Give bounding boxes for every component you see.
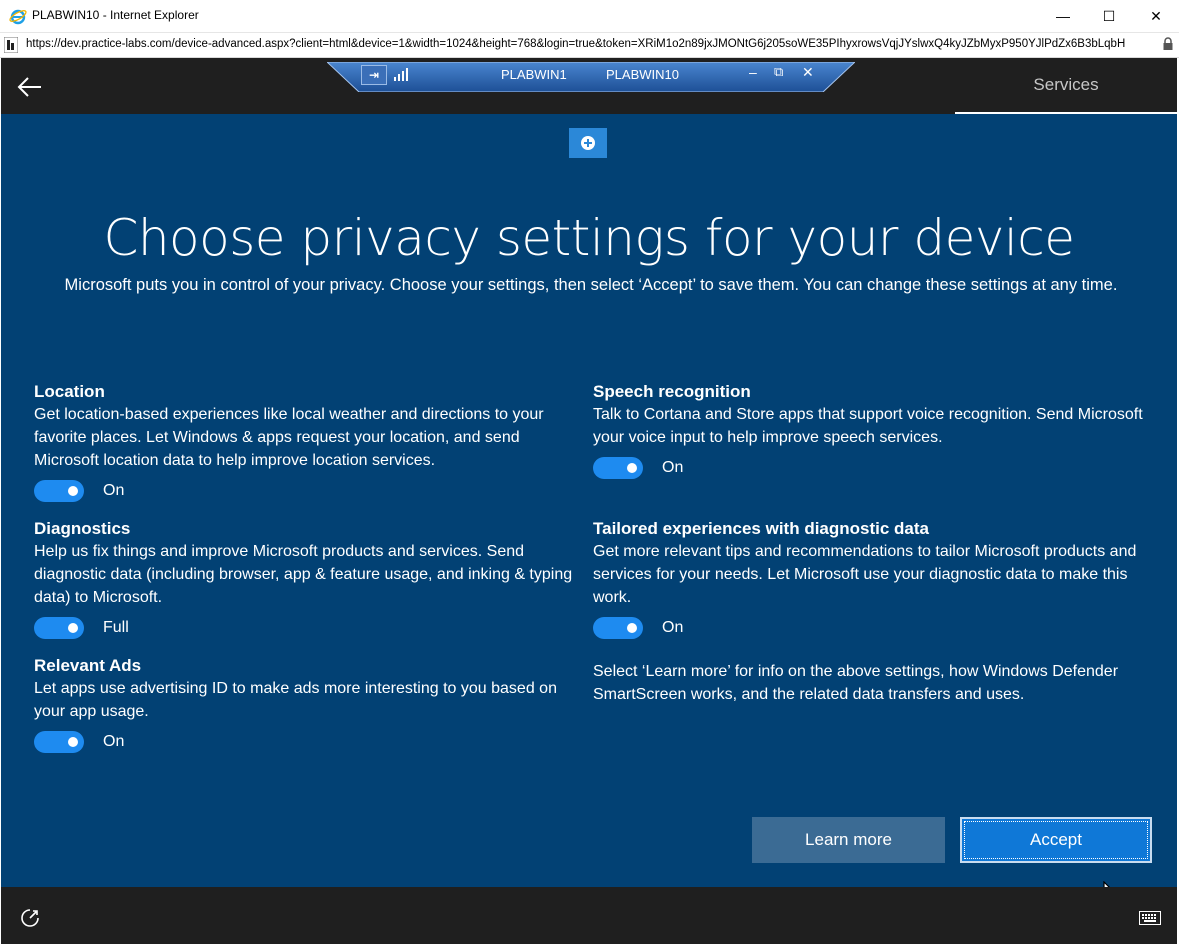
close-icon: ✕ (1150, 7, 1162, 24)
tailored-experiences-toggle[interactable] (593, 617, 643, 639)
signal-strength-icon (394, 68, 408, 81)
learn-more-note: Select ‘Learn more’ for info on the abov… (593, 663, 1119, 703)
back-arrow-icon[interactable] (17, 76, 43, 98)
keyboard-icon[interactable] (1139, 911, 1161, 925)
setting-description: Get more relevant tips and recommendatio… (593, 543, 1137, 606)
page-title: Choose privacy settings for your device (103, 209, 1075, 267)
setting-description: Help us fix things and improve Microsoft… (34, 543, 573, 606)
close-button[interactable]: ✕ (1133, 0, 1179, 32)
setting-title: Tailored experiences with diagnostic dat… (593, 519, 929, 538)
setting-description: Get location-based experiences like loca… (34, 406, 544, 469)
window-title: PLABWIN10 - Internet Explorer (32, 8, 199, 22)
connection-expand-button[interactable] (569, 128, 607, 158)
speech-recognition-toggle[interactable] (593, 457, 643, 479)
address-bar[interactable]: https://dev.practice-labs.com/device-adv… (0, 32, 1179, 58)
relevant-ads-toggle[interactable] (34, 731, 84, 753)
oobe-header: Services ⇥ PLABWIN1 PLABWIN10 – ⧉ ✕ (1, 58, 1177, 114)
privacy-settings-page: Choose privacy settings for your device … (1, 114, 1177, 908)
toggle-state-label: On (103, 733, 125, 750)
window-titlebar: PLABWIN10 - Internet Explorer — ☐ ✕ (0, 0, 1179, 32)
maximize-icon: ☐ (1102, 7, 1116, 24)
minimize-button[interactable]: — (1040, 0, 1086, 32)
remote-desktop-frame: Services ⇥ PLABWIN1 PLABWIN10 – ⧉ ✕ Choo… (1, 58, 1177, 944)
toggle-state-label: On (662, 619, 684, 636)
connection-minimize-icon[interactable]: – (749, 64, 757, 80)
setting-tailored-experiences: Tailored experiences with diagnostic dat… (593, 518, 1153, 639)
diagnostics-toggle[interactable] (34, 617, 84, 639)
toggle-state-label: Full (103, 619, 129, 636)
setting-diagnostics: Diagnostics Help us fix things and impro… (34, 518, 579, 639)
connection-title-left: PLABWIN1 (501, 67, 567, 82)
pin-icon[interactable]: ⇥ (361, 65, 387, 85)
oobe-footer (1, 887, 1177, 944)
lock-icon (1163, 37, 1173, 50)
accept-button[interactable]: Accept (960, 817, 1152, 863)
toggle-state-label: On (662, 459, 684, 476)
site-favicon-icon (4, 37, 18, 53)
url-text[interactable]: https://dev.practice-labs.com/device-adv… (26, 38, 1158, 50)
internet-explorer-icon (9, 9, 27, 25)
page-subtitle: Microsoft puts you in control of your pr… (64, 276, 1118, 294)
setting-title: Speech recognition (593, 382, 751, 401)
setting-description: Let apps use advertising ID to make ads … (34, 680, 557, 720)
setting-location: Location Get location-based experiences … (34, 381, 579, 502)
plus-icon (581, 136, 595, 150)
ease-of-access-icon[interactable] (19, 907, 41, 929)
setting-relevant-ads: Relevant Ads Let apps use advertising ID… (34, 655, 579, 753)
setting-description: Talk to Cortana and Store apps that supp… (593, 406, 1143, 446)
setting-title: Diagnostics (34, 519, 131, 538)
connection-restore-icon[interactable]: ⧉ (774, 64, 783, 80)
setting-speech-recognition: Speech recognition Talk to Cortana and S… (593, 381, 1153, 479)
minimize-icon: — (1056, 8, 1070, 24)
connection-close-icon[interactable]: ✕ (802, 64, 814, 81)
maximize-button[interactable]: ☐ (1086, 0, 1132, 32)
toggle-state-label: On (103, 482, 125, 499)
learn-more-button[interactable]: Learn more (752, 817, 945, 863)
setting-title: Relevant Ads (34, 656, 142, 675)
tab-services: Services (955, 58, 1177, 114)
setting-title: Location (34, 382, 105, 401)
location-toggle[interactable] (34, 480, 84, 502)
connection-title-right: PLABWIN10 (606, 67, 679, 82)
